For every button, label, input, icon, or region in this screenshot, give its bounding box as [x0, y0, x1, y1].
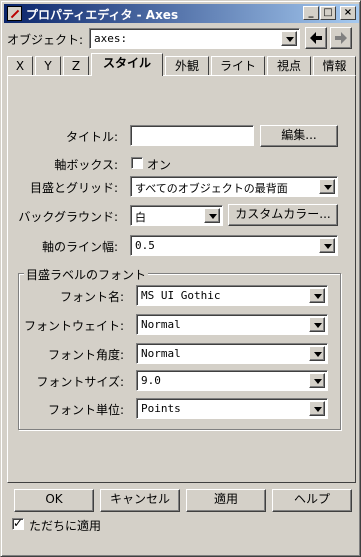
custom-color-button[interactable]: カスタムカラー... [228, 204, 338, 226]
apply-immediately-checkbox[interactable] [12, 516, 24, 530]
font-angle-select[interactable]: Normal [136, 343, 328, 364]
line-width-label: 軸のライン幅: [41, 240, 118, 254]
maximize-button[interactable]: □ [320, 6, 336, 20]
apply-immediately-label: ただちに適用 [29, 519, 102, 533]
tab-appearance[interactable]: 外観 [165, 56, 209, 75]
font-weight-label: フォントウェイト: [23, 319, 124, 333]
help-button[interactable]: ヘルプ [272, 489, 352, 512]
forward-arrow-button[interactable] [330, 27, 352, 49]
chevron-down-icon[interactable] [309, 401, 325, 416]
chevron-down-icon[interactable] [309, 346, 325, 361]
title-label: タイトル: [65, 130, 118, 144]
font-size-select-value: 9.0 [141, 374, 161, 387]
axes-box-label: 軸ボックス: [54, 158, 118, 172]
axes-box-option-label: オン [147, 158, 172, 172]
back-arrow-icon [310, 32, 322, 44]
line-width-select-value: 0.5 [135, 239, 155, 252]
chevron-down-icon[interactable] [319, 238, 335, 253]
font-name-label: フォント名: [59, 290, 124, 304]
tab-style[interactable]: スタイル [91, 53, 163, 76]
chevron-down-icon[interactable] [309, 288, 325, 303]
chevron-down-icon[interactable] [281, 31, 297, 46]
font-weight-select[interactable]: Normal [136, 314, 328, 335]
tab-light[interactable]: ライト [211, 56, 265, 75]
font-angle-label: フォント角度: [47, 348, 124, 362]
close-button[interactable]: × [340, 6, 356, 20]
background-label: バックグラウンド: [18, 210, 118, 224]
font-weight-select-value: Normal [141, 318, 181, 331]
chevron-down-icon[interactable] [204, 208, 220, 223]
font-units-select-value: Points [141, 402, 181, 415]
grid-select[interactable]: すべてのオブジェクトの最背面 [130, 176, 338, 197]
axes-box-checkbox[interactable] [131, 157, 143, 169]
background-select[interactable]: 白 [130, 205, 223, 226]
tab-viewpoint[interactable]: 視点 [267, 56, 311, 75]
forward-arrow-icon [335, 32, 347, 44]
object-select-value: axes: [94, 32, 128, 45]
window-title: プロパティエディタ - Axes [26, 8, 179, 22]
title-bar[interactable]: プロパティエディタ - Axes _ □ × [4, 4, 359, 23]
app-icon [7, 6, 22, 21]
edit-button[interactable]: 編集... [260, 125, 338, 147]
chevron-down-icon[interactable] [309, 317, 325, 332]
font-units-label: フォント単位: [47, 403, 124, 417]
font-angle-select-value: Normal [141, 347, 181, 360]
font-size-label: フォントサイズ: [36, 375, 124, 389]
ok-button[interactable]: OK [14, 489, 94, 512]
grid-select-value: すべてのオブジェクトの最背面 [135, 182, 288, 195]
tab-x[interactable]: X [7, 56, 33, 75]
line-width-select[interactable]: 0.5 [130, 235, 338, 256]
title-input[interactable] [130, 125, 254, 146]
font-name-select[interactable]: MS UI Gothic [136, 285, 328, 306]
back-arrow-button[interactable] [305, 27, 327, 49]
tab-y[interactable]: Y [35, 56, 61, 75]
cancel-button[interactable]: キャンセル [100, 489, 180, 512]
apply-button[interactable]: 適用 [186, 489, 266, 512]
font-units-select[interactable]: Points [136, 398, 328, 419]
chevron-down-icon[interactable] [309, 373, 325, 388]
font-group-title: 目盛ラベルのフォント [24, 266, 149, 283]
object-label: オブジェクト: [7, 33, 84, 47]
minimize-button[interactable]: _ [303, 6, 319, 20]
font-size-select[interactable]: 9.0 [136, 370, 328, 391]
background-select-value: 白 [135, 211, 146, 224]
property-editor-window: プロパティエディタ - Axes _ □ × オブジェクト: axes: X Y… [0, 0, 361, 557]
tab-z[interactable]: Z [63, 56, 89, 75]
font-name-select-value: MS UI Gothic [141, 289, 221, 302]
tab-info[interactable]: 情報 [313, 56, 356, 75]
grid-label: 目盛とグリッド: [29, 181, 118, 195]
chevron-down-icon[interactable] [319, 179, 335, 194]
object-select[interactable]: axes: [89, 28, 300, 49]
